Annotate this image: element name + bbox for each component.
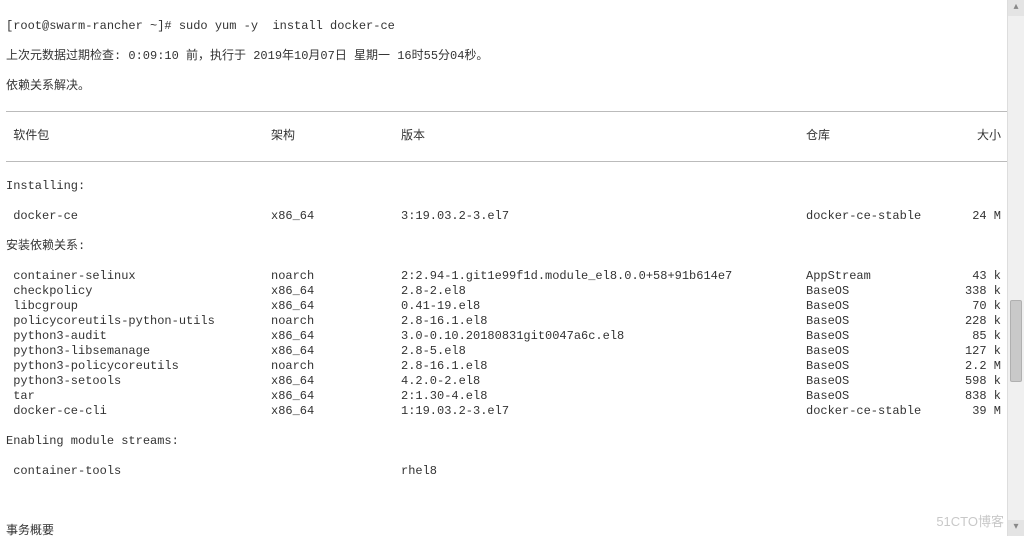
module-arch xyxy=(271,464,401,479)
scrollbar[interactable]: ▴ ▾ xyxy=(1007,0,1024,536)
cell-size: 2.2 M xyxy=(951,359,1001,374)
cell-ver: 2.8-16.1.el8 xyxy=(401,359,806,374)
scroll-down-icon[interactable]: ▾ xyxy=(1008,520,1024,536)
module-name: container-tools xyxy=(6,464,271,479)
cell-size: 127 k xyxy=(951,344,1001,359)
cell-arch: x86_64 xyxy=(271,389,401,404)
col-package: 软件包 xyxy=(6,129,271,144)
section-installing: Installing: xyxy=(6,179,1018,194)
table-row: python3-policycoreutilsnoarch2.8-16.1.el… xyxy=(6,359,1018,374)
cell-ver: 3:19.03.2-3.el7 xyxy=(401,209,806,224)
scroll-up-icon[interactable]: ▴ xyxy=(1008,0,1024,16)
cell-repo: BaseOS xyxy=(806,344,951,359)
blank-line xyxy=(6,494,1018,509)
cell-arch: noarch xyxy=(271,269,401,284)
cell-repo: AppStream xyxy=(806,269,951,284)
terminal-output: [root@swarm-rancher ~]# sudo yum -y inst… xyxy=(0,0,1024,536)
cell-size: 24 M xyxy=(951,209,1001,224)
cell-pkg: checkpolicy xyxy=(6,284,271,299)
cell-ver: 2.8-2.el8 xyxy=(401,284,806,299)
cell-ver: 2.8-5.el8 xyxy=(401,344,806,359)
cell-pkg: python3-setools xyxy=(6,374,271,389)
cell-size: 39 M xyxy=(951,404,1001,419)
metadata-line: 上次元数据过期检查: 0:09:10 前，执行于 2019年10月07日 星期一… xyxy=(6,49,1018,64)
cell-size: 85 k xyxy=(951,329,1001,344)
module-stream: rhel8 xyxy=(401,464,806,479)
cell-size: 338 k xyxy=(951,284,1001,299)
table-row: python3-auditx86_643.0-0.10.20180831git0… xyxy=(6,329,1018,344)
cell-ver: 3.0-0.10.20180831git0047a6c.el8 xyxy=(401,329,806,344)
table-row: python3-libsemanagex86_642.8-5.el8BaseOS… xyxy=(6,344,1018,359)
shell-prompt-line: [root@swarm-rancher ~]# sudo yum -y inst… xyxy=(6,19,1018,34)
table-header-row: 软件包 架构 版本 仓库 大小 xyxy=(6,129,1018,144)
cell-pkg: libcgroup xyxy=(6,299,271,314)
cell-arch: x86_64 xyxy=(271,209,401,224)
transaction-summary-label: 事务概要 xyxy=(6,524,1018,536)
cell-repo: docker-ce-stable xyxy=(806,209,951,224)
cell-repo: BaseOS xyxy=(806,359,951,374)
cell-size: 70 k xyxy=(951,299,1001,314)
cell-arch: noarch xyxy=(271,359,401,374)
col-arch: 架构 xyxy=(271,129,401,144)
cell-pkg: container-selinux xyxy=(6,269,271,284)
cell-arch: x86_64 xyxy=(271,374,401,389)
cell-arch: noarch xyxy=(271,314,401,329)
cell-size: 598 k xyxy=(951,374,1001,389)
table-row: container-selinuxnoarch2:2.94-1.git1e99f… xyxy=(6,269,1018,284)
divider xyxy=(6,161,1018,162)
dep-resolved-line: 依赖关系解决。 xyxy=(6,79,1018,94)
col-version: 版本 xyxy=(401,129,806,144)
cell-ver: 4.2.0-2.el8 xyxy=(401,374,806,389)
cell-repo: BaseOS xyxy=(806,329,951,344)
cell-ver: 2:2.94-1.git1e99f1d.module_el8.0.0+58+91… xyxy=(401,269,806,284)
table-row: tarx86_642:1.30-4.el8BaseOS838 k xyxy=(6,389,1018,404)
table-row: libcgroupx86_640.41-19.el8BaseOS70 k xyxy=(6,299,1018,314)
cell-size: 228 k xyxy=(951,314,1001,329)
col-size: 大小 xyxy=(951,129,1001,144)
cell-repo: BaseOS xyxy=(806,374,951,389)
cell-arch: x86_64 xyxy=(271,404,401,419)
cell-repo: BaseOS xyxy=(806,314,951,329)
table-row: policycoreutils-python-utilsnoarch2.8-16… xyxy=(6,314,1018,329)
divider xyxy=(6,111,1018,112)
cell-size: 43 k xyxy=(951,269,1001,284)
table-row: checkpolicyx86_642.8-2.el8BaseOS338 k xyxy=(6,284,1018,299)
table-row: docker-ce-clix86_641:19.03.2-3.el7docker… xyxy=(6,404,1018,419)
table-row: docker-cex86_643:19.03.2-3.el7docker-ce-… xyxy=(6,209,1018,224)
cell-size: 838 k xyxy=(951,389,1001,404)
scroll-thumb[interactable] xyxy=(1010,300,1022,382)
cell-repo: BaseOS xyxy=(806,299,951,314)
cell-pkg: docker-ce xyxy=(6,209,271,224)
cell-ver: 2:1.30-4.el8 xyxy=(401,389,806,404)
cell-pkg: python3-audit xyxy=(6,329,271,344)
cell-pkg: tar xyxy=(6,389,271,404)
cell-pkg: python3-policycoreutils xyxy=(6,359,271,374)
cell-ver: 2.8-16.1.el8 xyxy=(401,314,806,329)
cell-ver: 0.41-19.el8 xyxy=(401,299,806,314)
section-enabling: Enabling module streams: xyxy=(6,434,1018,449)
cell-arch: x86_64 xyxy=(271,344,401,359)
table-row: python3-setoolsx86_644.2.0-2.el8BaseOS59… xyxy=(6,374,1018,389)
cell-repo: docker-ce-stable xyxy=(806,404,951,419)
cell-repo: BaseOS xyxy=(806,284,951,299)
module-stream-row: container-tools rhel8 xyxy=(6,464,1018,479)
cell-arch: x86_64 xyxy=(271,284,401,299)
cell-pkg: python3-libsemanage xyxy=(6,344,271,359)
cell-ver: 1:19.03.2-3.el7 xyxy=(401,404,806,419)
section-deps: 安装依赖关系: xyxy=(6,239,1018,254)
cell-pkg: docker-ce-cli xyxy=(6,404,271,419)
cell-arch: x86_64 xyxy=(271,299,401,314)
cell-repo: BaseOS xyxy=(806,389,951,404)
cell-arch: x86_64 xyxy=(271,329,401,344)
cell-pkg: policycoreutils-python-utils xyxy=(6,314,271,329)
col-repo: 仓库 xyxy=(806,129,951,144)
